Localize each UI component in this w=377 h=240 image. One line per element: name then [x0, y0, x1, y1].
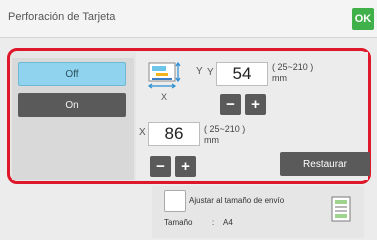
x-decrease-button[interactable]: − [150, 156, 171, 177]
page-title: Perforación de Tarjeta [8, 11, 116, 23]
y-value-field[interactable]: 54 [216, 62, 268, 86]
fit-size-label: Ajustar al tamaño de envío [189, 196, 285, 205]
x-range-note: ( 25~210 ) [204, 124, 246, 134]
size-separator: : [212, 218, 215, 227]
x-value-field[interactable]: 86 [148, 122, 200, 146]
y-unit-label: mm [272, 73, 287, 83]
size-label: Tamaño [164, 218, 193, 227]
x-unit-label: mm [204, 135, 219, 145]
fit-size-checkbox[interactable] [164, 190, 186, 212]
ok-button[interactable]: OK [352, 8, 374, 30]
y-axis-label: Y [207, 67, 214, 78]
paper-icon-y-label: Y [196, 66, 203, 77]
restore-button[interactable]: Restaurar [280, 152, 370, 176]
card-paper-icon [148, 61, 181, 89]
document-icon [331, 196, 351, 222]
y-increase-button[interactable]: + [245, 94, 266, 115]
on-button[interactable]: On [18, 93, 126, 117]
y-range-note: ( 25~210 ) [272, 62, 314, 72]
size-value: A4 [223, 218, 233, 227]
x-axis-label: X [139, 127, 146, 138]
title-bar: Perforación de Tarjeta OK [0, 0, 377, 38]
x-increase-button[interactable]: + [175, 156, 196, 177]
off-button[interactable]: Off [18, 62, 126, 86]
paper-icon-x-label: X [161, 92, 168, 102]
y-decrease-button[interactable]: − [220, 94, 241, 115]
